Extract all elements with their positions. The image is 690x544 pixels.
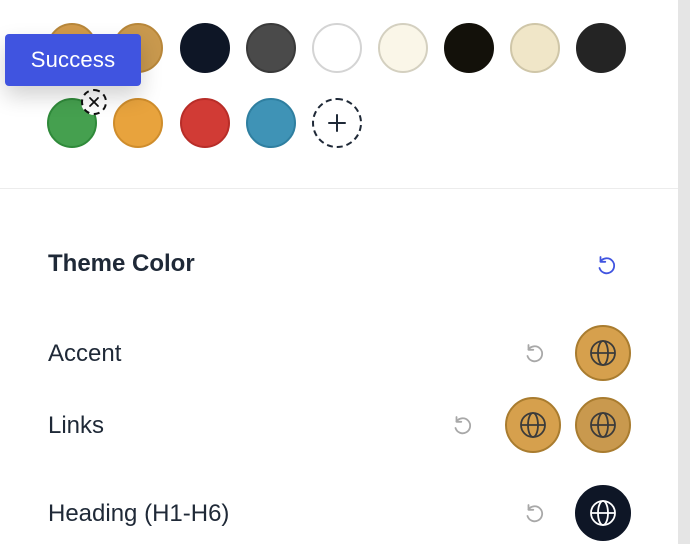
palette-swatch-orange[interactable]: [113, 98, 163, 148]
reset-accent-icon[interactable]: [522, 341, 546, 365]
links-hover-color-picker[interactable]: [575, 397, 631, 453]
plus-icon: [328, 114, 346, 132]
palette-swatch-black-olive[interactable]: [444, 23, 494, 73]
remove-swatch-button[interactable]: [81, 89, 107, 115]
add-color-button[interactable]: [312, 98, 362, 148]
palette-swatch-charcoal[interactable]: [576, 23, 626, 73]
links-color-picker[interactable]: [505, 397, 561, 453]
success-toast: Success: [5, 34, 141, 86]
theme-row-label: Heading (H1-H6): [48, 500, 230, 527]
section-title: Theme Color: [48, 250, 195, 277]
palette-swatch-cream[interactable]: [510, 23, 560, 73]
globe-icon: [590, 412, 616, 438]
scrollbar[interactable]: [678, 0, 690, 544]
palette-swatch-red[interactable]: [180, 98, 230, 148]
accent-color-picker[interactable]: [575, 325, 631, 381]
theme-row-label: Links: [48, 412, 105, 439]
theme-row-label: Accent: [48, 340, 122, 367]
reset-all-icon[interactable]: [594, 253, 618, 277]
heading-color-picker[interactable]: [575, 485, 631, 541]
globe-icon: [590, 500, 616, 526]
toast-label: Success: [30, 47, 116, 72]
section-divider: [0, 188, 678, 189]
globe-icon: [590, 340, 616, 366]
palette-swatch-ivory[interactable]: [378, 23, 428, 73]
palette-swatch-navy[interactable]: [180, 23, 230, 73]
palette-swatch-teal[interactable]: [246, 98, 296, 148]
globe-icon: [520, 412, 546, 438]
palette-swatch-dark-gray[interactable]: [246, 23, 296, 73]
reset-links-icon[interactable]: [450, 413, 474, 437]
reset-heading-icon[interactable]: [522, 501, 546, 525]
color-palette: Success: [0, 0, 678, 188]
close-icon: [89, 97, 99, 107]
palette-swatch-white[interactable]: [312, 23, 362, 73]
